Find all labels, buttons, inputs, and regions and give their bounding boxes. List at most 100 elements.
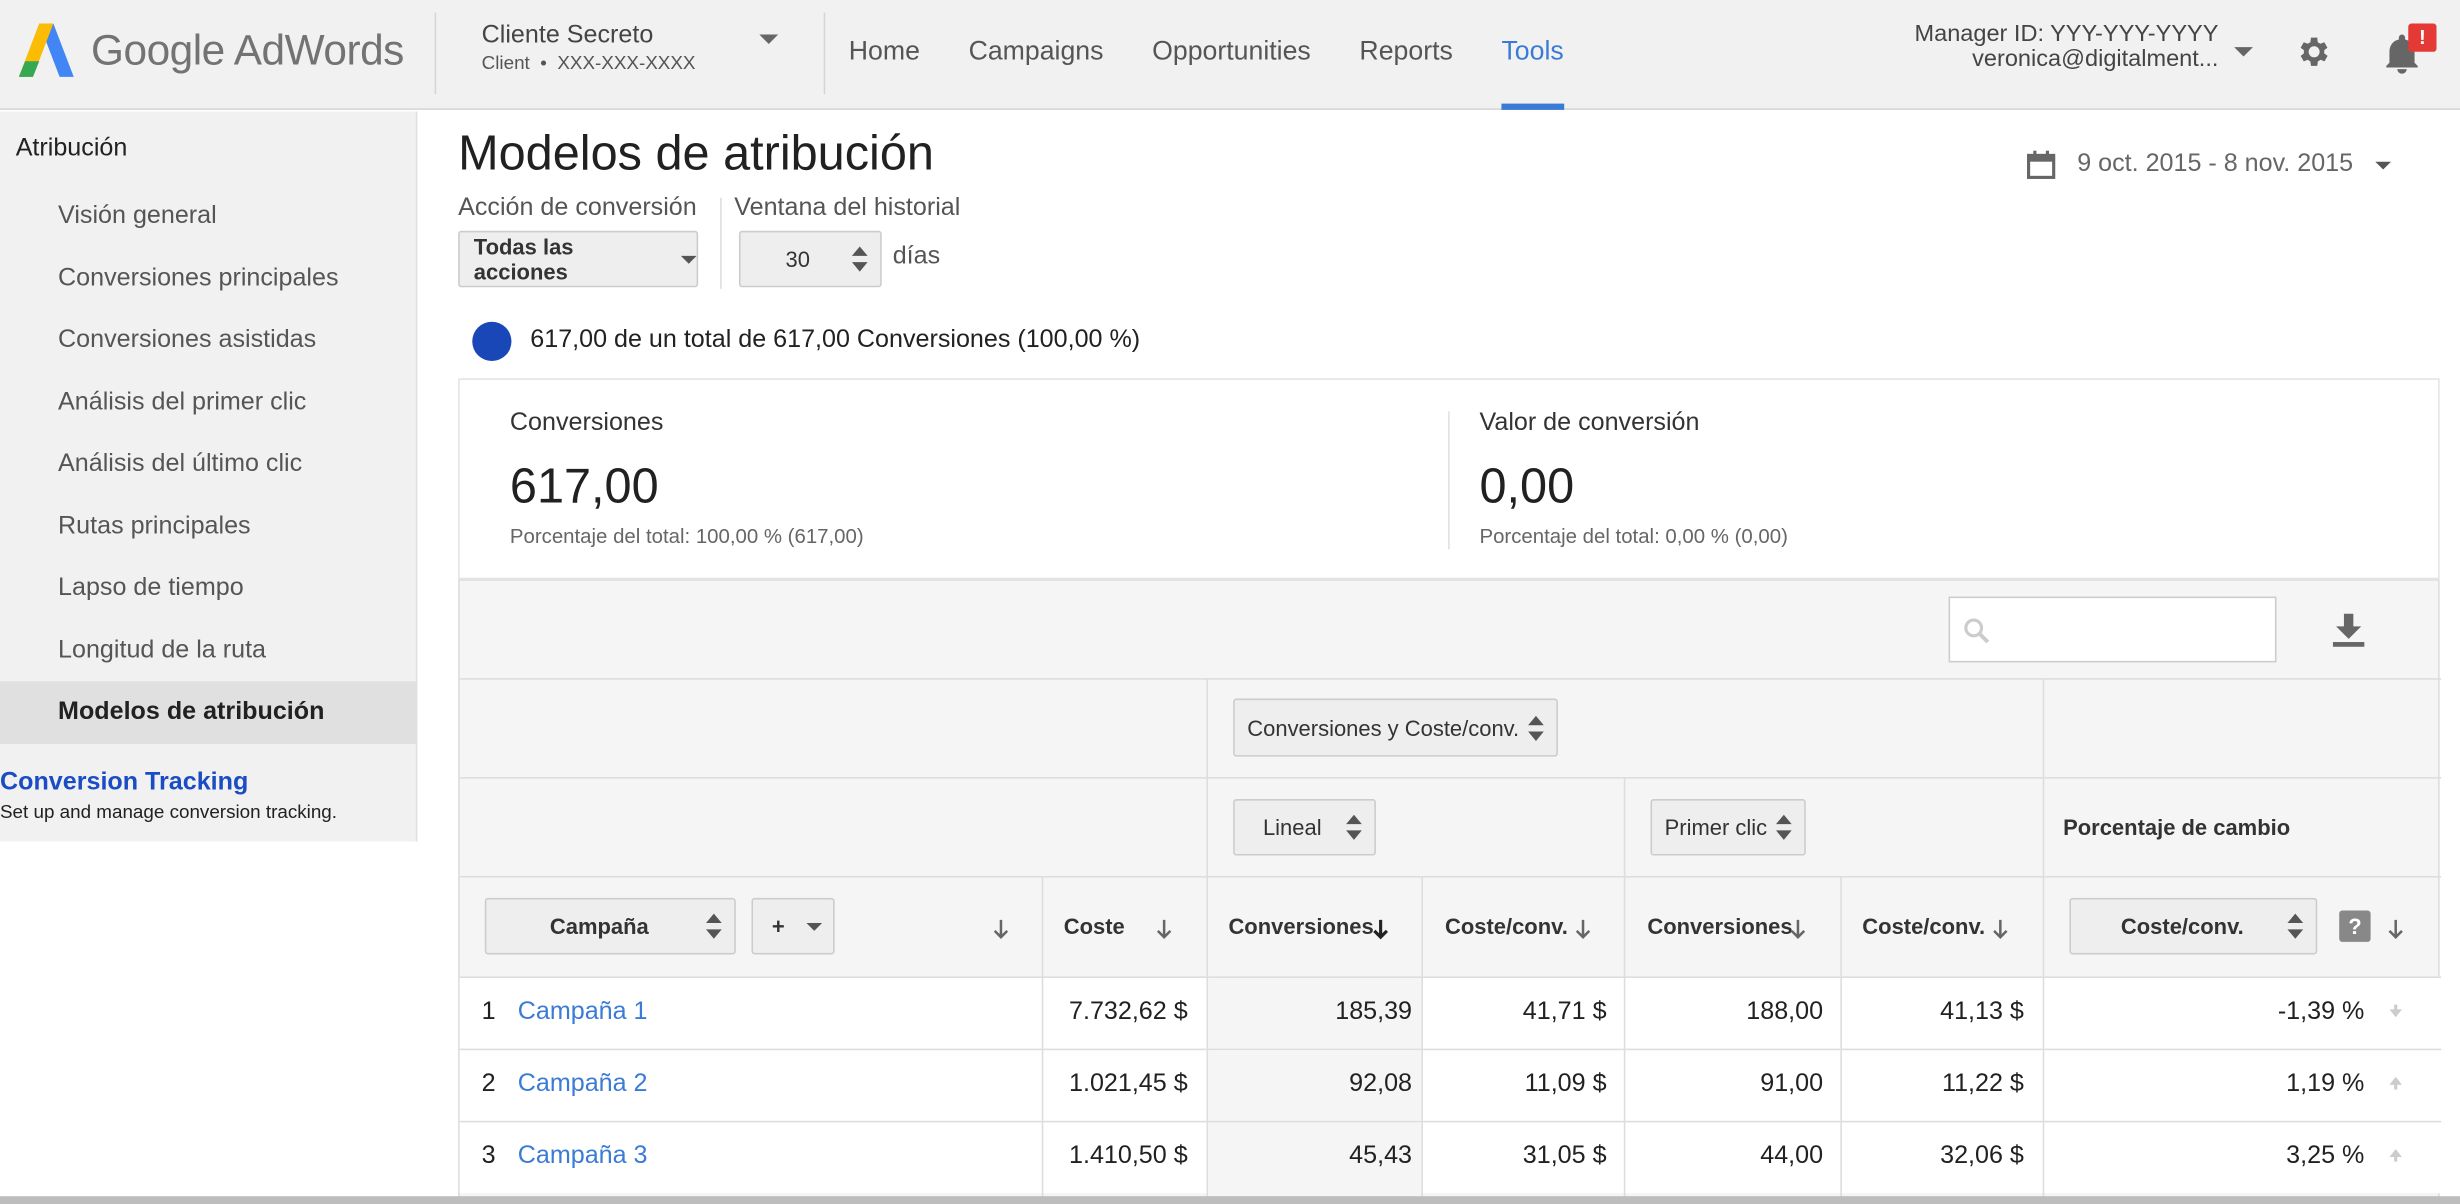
sidebar-item[interactable]: Conversiones asistidas — [0, 309, 417, 372]
model-a-select[interactable]: Lineal — [1233, 799, 1376, 856]
divider — [1448, 411, 1450, 550]
nav-item-opportunities[interactable]: Opportunities — [1152, 0, 1311, 110]
metric-select-value: Conversiones y Coste/conv. — [1247, 715, 1520, 741]
cell-cost: 1.021,45 $ — [1069, 1070, 1188, 1098]
divider — [1623, 1050, 1626, 1123]
account-id: XXX-XXX-XXXX — [557, 51, 696, 74]
trend-up-icon — [2389, 1149, 2402, 1162]
nav-item-tools[interactable]: Tools — [1501, 0, 1564, 110]
sidebar-item[interactable]: Análisis del último clic — [0, 433, 417, 496]
cell-a_cpc: 11,09 $ — [1524, 1070, 1607, 1098]
date-range-picker[interactable]: 9 oct. 2015 - 8 nov. 2015 — [2025, 149, 2391, 180]
conversion-tracking-desc: Set up and manage conversion tracking. — [0, 800, 338, 823]
cell-a_conv: 45,43 — [1349, 1142, 1413, 1170]
conversion-tracking-link[interactable]: Conversion Tracking — [0, 769, 248, 797]
help-icon[interactable]: ? — [2339, 910, 2371, 942]
sidebar-item[interactable]: Rutas principales — [0, 495, 417, 558]
cell-a_conv: 92,08 — [1349, 1070, 1413, 1098]
divider — [1206, 977, 1209, 1051]
sidebar-item[interactable]: Longitud de la ruta — [0, 619, 417, 682]
divider — [459, 875, 2442, 878]
top-bar: Google AdWords Cliente Secreto Client • … — [0, 0, 2460, 110]
cell-n: 2 — [481, 1070, 496, 1098]
nav-item-reports[interactable]: Reports — [1359, 0, 1452, 110]
campaign-select[interactable]: Campaña — [484, 897, 736, 955]
summary-card: Conversiones 617,00 Porcentaje del total… — [458, 378, 2440, 580]
sidebar-item[interactable]: Conversiones principales — [0, 247, 417, 310]
manager-info[interactable]: Manager ID: YYY-YYY-YYYY veronica@digita… — [1914, 21, 2219, 73]
sidebar-item[interactable]: Análisis del primer clic — [0, 371, 417, 434]
chevron-down-icon — [806, 922, 823, 931]
divider — [1041, 977, 1044, 1051]
window-value: 30 — [785, 246, 810, 272]
sort-arrow-down-icon[interactable] — [1574, 918, 1593, 940]
settings-gear-icon[interactable] — [2294, 33, 2332, 71]
total-series-dot-icon — [472, 321, 512, 362]
search-input[interactable] — [1948, 596, 2277, 663]
divider — [1421, 977, 1423, 1051]
horizontal-scrollbar[interactable] — [0, 1196, 2460, 1204]
user-email: veronica@digitalment... — [1972, 45, 2219, 73]
sort-arrow-down-icon[interactable] — [1155, 918, 1174, 940]
conversions-value: 617,00 — [509, 458, 659, 514]
conversion-action-dropdown[interactable]: Todas las acciones — [458, 230, 699, 288]
divider — [1421, 1122, 1423, 1195]
cell-cost: 1.410,50 $ — [1069, 1142, 1188, 1170]
model-b-value: Primer clic — [1664, 814, 1768, 840]
account-type: Client — [481, 51, 530, 74]
sidebar-item[interactable]: Lapso de tiempo — [0, 557, 417, 620]
table-row: 2 Campaña 2 1.021,45 $ 92,08 11,09 $ 91,00 11,… — [459, 1048, 2442, 1123]
table-row: 3 Campaña 3 1.410,50 $ 45,43 31,05 $ 44,00 32,… — [459, 1120, 2442, 1195]
campaign-link[interactable]: Campaña 1 — [518, 998, 648, 1026]
download-icon[interactable] — [2331, 611, 2366, 649]
sort-arrow-down-icon[interactable] — [992, 918, 1011, 940]
campaign-link[interactable]: Campaña 2 — [518, 1071, 648, 1099]
col-model-a-cost-per-conv[interactable]: Coste/conv. — [1445, 914, 1568, 939]
cell-n: 1 — [481, 998, 496, 1026]
sort-arrow-down-icon[interactable] — [1789, 918, 1808, 940]
conversion-value-label: Valor de conversión — [1479, 409, 1700, 437]
select-arrows-icon — [1346, 814, 1362, 840]
col-model-a-conversions[interactable]: Conversiones — [1228, 914, 1373, 939]
col-model-b-conversions[interactable]: Conversiones — [1647, 914, 1792, 939]
cell-b_cpc: 11,22 $ — [1941, 1070, 2024, 1098]
model-b-select[interactable]: Primer clic — [1650, 799, 1806, 856]
divider — [1041, 1050, 1044, 1123]
table-row: 1 Campaña 1 7.732,62 $ 185,39 41,71 $ 188,00 4… — [459, 976, 2442, 1051]
conversion-value-value: 0,00 — [1479, 458, 1575, 514]
account-switcher[interactable]: Cliente Secreto Client • XXX-XXX-XXXX — [482, 22, 696, 74]
divider — [459, 777, 2442, 779]
calendar-icon — [2027, 150, 2056, 179]
conversions-label: Conversiones — [509, 409, 664, 437]
col-cost[interactable]: Coste — [1064, 914, 1125, 939]
nav-item-home[interactable]: Home — [849, 0, 920, 110]
sort-arrow-down-active-icon[interactable] — [1371, 918, 1390, 940]
trend-up-icon — [2389, 1076, 2402, 1090]
window-unit: días — [892, 243, 941, 271]
divider — [434, 12, 437, 95]
sort-arrow-down-icon[interactable] — [1991, 918, 2010, 940]
manager-caret-icon[interactable] — [2234, 47, 2253, 57]
divider — [1421, 1050, 1423, 1123]
chevron-down-icon — [680, 255, 697, 263]
metric-select[interactable]: Conversiones y Coste/conv. — [1233, 698, 1558, 757]
adwords-logo[interactable]: Google AdWords — [18, 22, 404, 79]
sidebar-item[interactable]: Modelos de atribución — [0, 681, 418, 745]
change-metric-select[interactable]: Coste/conv. — [2069, 897, 2318, 955]
divider — [1623, 977, 1626, 1051]
cell-n: 3 — [481, 1142, 496, 1170]
col-model-b-cost-per-conv[interactable]: Coste/conv. — [1862, 914, 1985, 939]
nav-item-campaigns[interactable]: Campaigns — [969, 0, 1104, 110]
select-arrows-icon — [2287, 913, 2304, 939]
account-caret-icon[interactable] — [759, 34, 779, 44]
notification-badge[interactable]: ! — [2408, 23, 2437, 52]
sort-arrow-down-icon[interactable] — [2386, 918, 2405, 940]
sidebar-item[interactable]: Visión general — [0, 185, 417, 248]
divider — [459, 678, 2442, 680]
trend-down-icon — [2389, 1004, 2402, 1018]
window-stepper[interactable]: 30 — [738, 230, 882, 288]
campaign-link[interactable]: Campaña 3 — [518, 1143, 648, 1171]
stepper-arrows-icon[interactable] — [851, 246, 868, 272]
attribution-table: Conversiones y Coste/conv. Lineal Primer… — [458, 579, 2442, 1204]
add-column-button[interactable]: + — [751, 897, 835, 955]
